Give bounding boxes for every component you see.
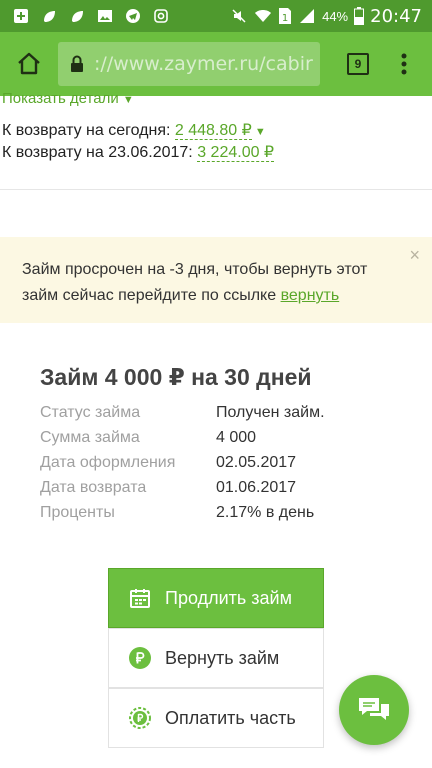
browser-toolbar: ://www.zaymer.ru/cabir 9: [0, 32, 432, 96]
svg-text:1: 1: [282, 13, 288, 24]
sim-icon: 1: [278, 7, 292, 25]
home-icon: [18, 52, 40, 75]
loan-value: 02.05.2017: [216, 453, 297, 471]
chevron-down-icon[interactable]: ▼: [252, 126, 266, 138]
battery-icon: [354, 7, 365, 25]
loan-row: Статус займа Получен займ.: [40, 400, 400, 425]
extend-loan-button[interactable]: Продлить займ: [108, 568, 324, 628]
chevron-down-icon: ▼: [122, 94, 134, 106]
overdue-alert: × Займ просрочен на -3 дня, чтобы вернут…: [0, 237, 432, 323]
loan-label: Статус займа: [40, 403, 141, 421]
loan-title: Займ 4 000 ₽ на 30 дней: [40, 364, 312, 390]
date-line: К возврату на 23.06.2017: 3 224.00 ₽: [2, 142, 275, 162]
alert-message: Займ просрочен на -3 дня, чтобы вернуть …: [22, 257, 402, 309]
loan-label: Дата оформления: [40, 453, 176, 471]
battery-percent: 44%: [322, 8, 349, 24]
loan-label: Дата возврата: [40, 478, 147, 496]
loan-value: 01.06.2017: [216, 478, 297, 496]
home-button[interactable]: [4, 39, 54, 89]
tabs-button[interactable]: 9: [336, 42, 380, 86]
loan-row: Проценты 2.17% в день: [40, 500, 400, 525]
wifi-icon: [254, 7, 272, 25]
show-details-label: Показать детали: [2, 90, 119, 107]
signal-icon: [298, 7, 316, 25]
today-label: К возврату на сегодня:: [2, 122, 171, 139]
today-amount[interactable]: 2 448.80 ₽: [174, 122, 252, 140]
extend-loan-label: Продлить займ: [165, 587, 292, 608]
repay-link[interactable]: вернуть: [281, 287, 340, 304]
status-bar: 1 44% 20:47: [0, 0, 432, 32]
loan-value: 4 000: [216, 428, 257, 446]
today-line: К возврату на сегодня: 2 448.80 ₽ ▼: [2, 120, 266, 140]
ruble-part-icon: [129, 707, 151, 729]
loan-value: Получен займ.: [216, 403, 325, 421]
chat-icon: [359, 698, 389, 720]
url-text: ://www.zaymer.ru/cabir: [94, 53, 313, 75]
pay-part-button[interactable]: Оплатить часть: [108, 688, 324, 748]
loan-row: Дата возврата 01.06.2017: [40, 475, 400, 500]
chat-button[interactable]: [339, 675, 409, 745]
loan-row: Дата оформления 02.05.2017: [40, 450, 400, 475]
show-details-link[interactable]: Показать детали ▼: [2, 90, 134, 107]
add-icon: [12, 7, 30, 25]
more-vertical-icon: [401, 53, 407, 75]
repay-loan-button[interactable]: Вернуть займ: [108, 628, 324, 688]
pay-part-label: Оплатить часть: [165, 707, 296, 728]
leaf-icon: [40, 7, 58, 25]
clock: 20:47: [370, 5, 422, 27]
repay-loan-label: Вернуть займ: [165, 647, 280, 668]
instagram-icon: [152, 7, 170, 25]
telegram-icon: [124, 7, 142, 25]
loan-details: Статус займа Получен займ. Сумма займа 4…: [40, 400, 400, 525]
ruble-icon: [129, 647, 151, 669]
close-icon[interactable]: ×: [409, 245, 420, 266]
url-rest: cabir: [265, 53, 313, 75]
url-bar[interactable]: ://www.zaymer.ru/cabir: [58, 42, 320, 86]
loan-label: Проценты: [40, 503, 115, 521]
loan-label: Сумма займа: [40, 428, 140, 446]
loan-actions: Продлить займ Вернуть займ Оплатить част…: [108, 568, 324, 748]
calendar-icon: [129, 587, 151, 609]
loan-row: Сумма займа 4 000: [40, 425, 400, 450]
image-icon: [96, 7, 114, 25]
date-amount[interactable]: 3 224.00 ₽: [197, 144, 275, 162]
lock-icon: [71, 55, 83, 72]
leaf-icon: [68, 7, 86, 25]
url-prefix: ://www.zaymer.ru/: [94, 53, 266, 75]
date-label: К возврату на 23.06.2017:: [2, 144, 193, 161]
mute-icon: [230, 7, 248, 25]
repayment-summary: Показать детали ▼ К возврату на сегодня:…: [0, 90, 432, 190]
loan-value: 2.17% в день: [216, 503, 315, 521]
tab-count: 9: [347, 53, 369, 75]
menu-button[interactable]: [386, 42, 422, 86]
